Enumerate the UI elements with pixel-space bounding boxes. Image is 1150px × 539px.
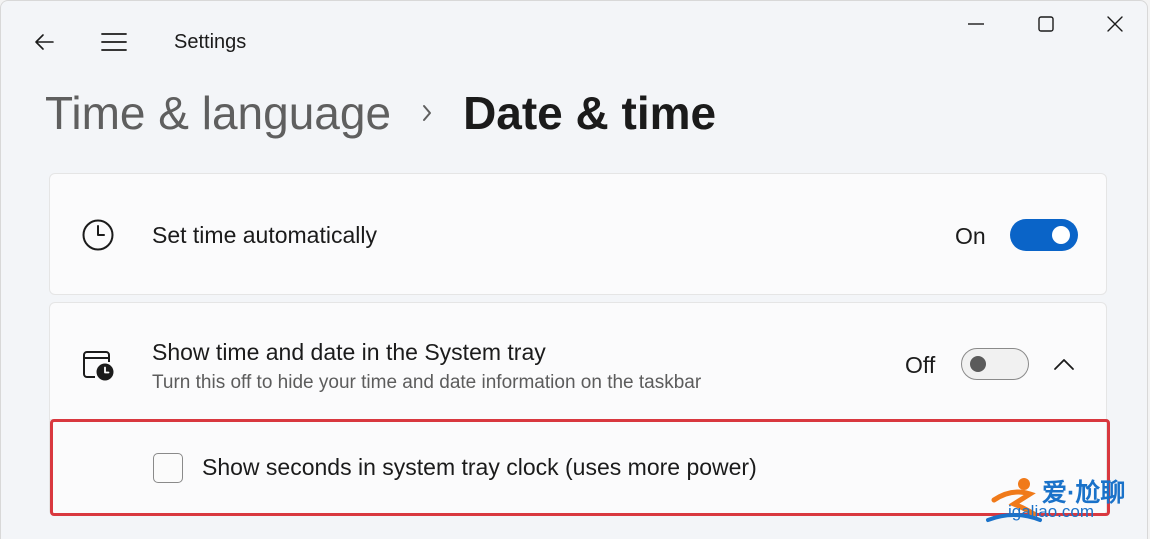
toggle-knob [970, 356, 986, 372]
setting-show-time-in-tray[interactable]: Show time and date in the System tray Tu… [49, 302, 1107, 420]
setting-set-time-automatically: Set time automatically On [49, 173, 1107, 295]
close-button[interactable] [1092, 7, 1138, 41]
watermark-logo: 爱·尬聊 igaliao.com [984, 470, 1144, 530]
breadcrumb-parent-link[interactable]: Time & language [45, 86, 391, 140]
maximize-icon [1038, 16, 1054, 32]
back-button[interactable] [27, 25, 61, 59]
show-seconds-checkbox[interactable] [153, 453, 183, 483]
set-time-automatically-toggle[interactable] [1010, 219, 1078, 251]
settings-window: Settings Time & language Date & time Set… [0, 0, 1148, 539]
navigation-menu-button[interactable] [97, 25, 131, 59]
show-time-in-tray-toggle[interactable] [961, 348, 1029, 380]
breadcrumb-chevron-icon [391, 102, 463, 124]
toggle-state-label: Off [905, 352, 936, 378]
calendar-clock-icon [80, 347, 116, 383]
clock-icon [80, 217, 116, 253]
close-icon [1107, 16, 1123, 32]
setting-title: Set time automatically [152, 222, 377, 248]
collapse-button[interactable] [1046, 347, 1082, 381]
setting-title: Show time and date in the System tray [152, 339, 546, 365]
breadcrumb: Time & language Date & time [45, 83, 716, 143]
minimize-icon [968, 23, 984, 25]
watermark-url: igaliao.com [1008, 502, 1094, 521]
setting-show-seconds: Show seconds in system tray clock (uses … [49, 420, 1107, 516]
toggle-knob [1052, 226, 1070, 244]
maximize-button[interactable] [1023, 7, 1069, 41]
page-title: Date & time [463, 87, 717, 139]
minimize-button[interactable] [953, 7, 999, 41]
arrow-left-icon [35, 34, 54, 50]
checkbox-label[interactable]: Show seconds in system tray clock (uses … [202, 454, 757, 481]
toggle-state-label: On [955, 223, 986, 249]
hamburger-icon [101, 33, 127, 51]
app-title: Settings [174, 31, 247, 53]
chevron-up-icon [1054, 359, 1074, 370]
setting-description: Turn this off to hide your time and date… [152, 372, 702, 393]
